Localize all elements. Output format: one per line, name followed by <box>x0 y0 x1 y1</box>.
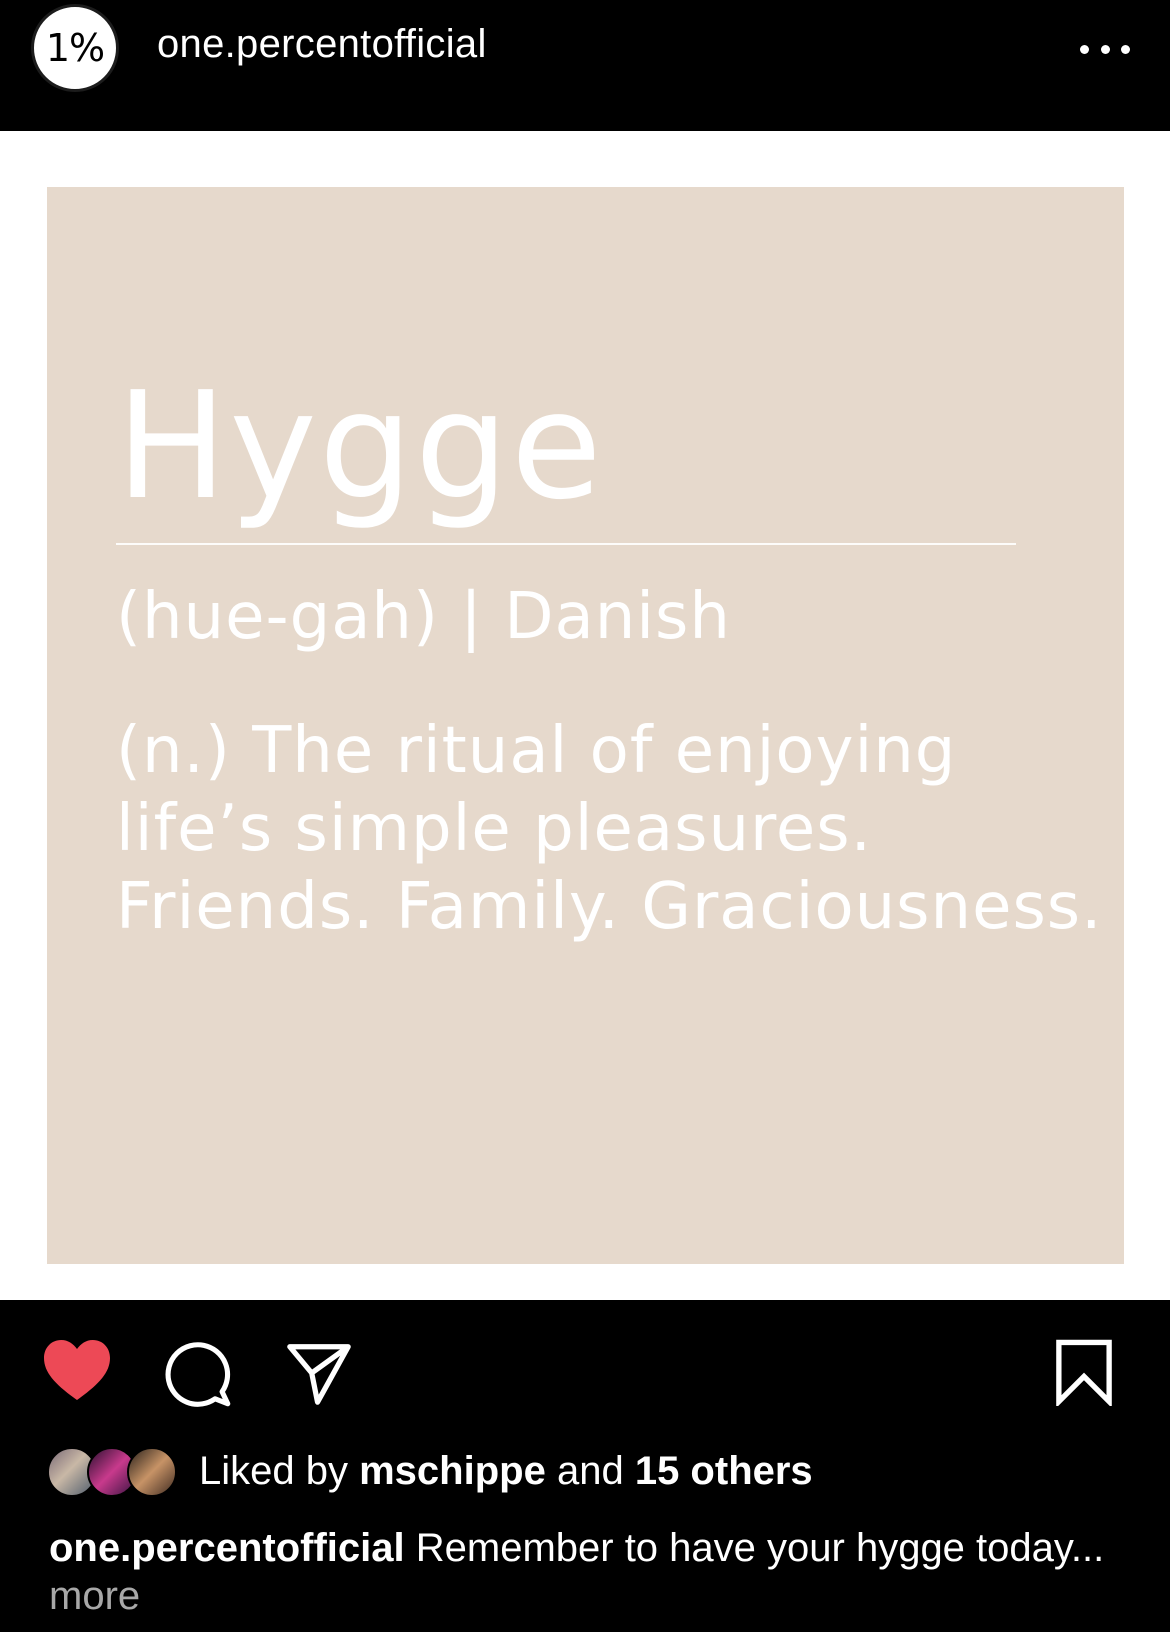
paper-plane-icon[interactable] <box>284 1338 354 1408</box>
liker-username[interactable]: mschippe <box>359 1449 546 1493</box>
definition-line: life’s simple pleasures. <box>116 792 872 866</box>
post-image-title: Hygge <box>116 360 604 532</box>
definition-line: (n.) The ritual of enjoying <box>116 714 957 788</box>
profile-avatar[interactable]: 1% <box>31 4 119 92</box>
likes-others-count[interactable]: 15 others <box>635 1449 813 1493</box>
likes-and: and <box>556 1449 624 1493</box>
likes-prefix: Liked by <box>199 1449 348 1493</box>
ellipsis-icon[interactable] <box>1080 34 1130 64</box>
definition-line: Friends. Family. Graciousness. <box>116 870 1103 944</box>
liker-avatars[interactable] <box>47 1447 187 1501</box>
liker-avatar <box>127 1447 177 1497</box>
post-header: 1% one.percentofficial <box>0 0 1170 130</box>
post-username[interactable]: one.percentofficial <box>157 22 487 67</box>
caption-text: Remember to have your hygge today... <box>415 1526 1105 1570</box>
bookmark-icon[interactable] <box>1054 1338 1114 1406</box>
comment-icon[interactable] <box>164 1340 232 1408</box>
post-image-definition: (n.) The ritual of enjoying life’s simpl… <box>116 712 1103 946</box>
post-caption: one.percentofficial Remember to have you… <box>49 1524 1139 1620</box>
caption-username[interactable]: one.percentofficial <box>49 1526 405 1570</box>
avatar-logo-text: 1% <box>45 26 105 70</box>
likes-summary[interactable]: Liked by mschippe and 15 others <box>199 1449 813 1494</box>
post-image-pronunciation: (hue-gah) | Danish <box>116 580 731 654</box>
divider-line <box>116 543 1016 545</box>
heart-filled-icon[interactable] <box>40 1337 114 1403</box>
caption-more-link[interactable]: more <box>49 1574 140 1618</box>
